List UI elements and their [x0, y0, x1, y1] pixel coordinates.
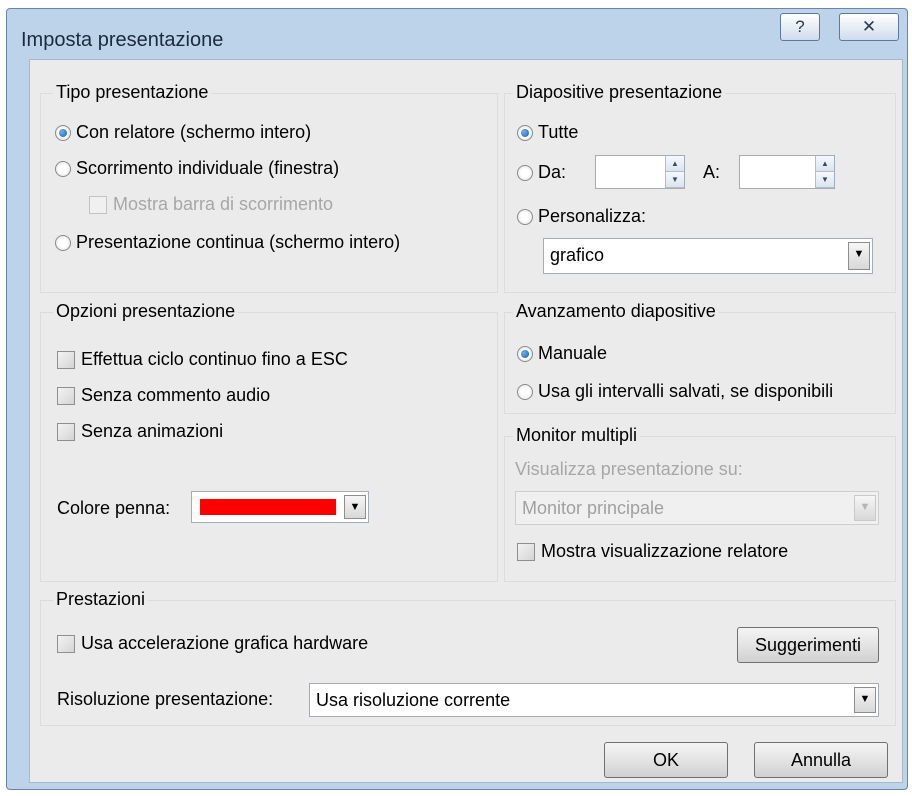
checkbox-icon[interactable]: [57, 634, 75, 653]
option-label: Da:: [538, 162, 567, 182]
from-spinner[interactable]: ▲ ▼: [665, 156, 684, 188]
radio-icon[interactable]: [517, 208, 533, 225]
group-tipo-presentazione: Tipo presentazione Con relatore (schermo…: [40, 82, 498, 293]
checkbox-label: Mostra visualizzazione relatore: [541, 541, 789, 561]
monitor-select: Monitor principale ▼: [515, 491, 879, 525]
presenter-view-checkbox[interactable]: Mostra visualizzazione relatore: [517, 541, 788, 562]
group-title: Avanzamento diapositive: [513, 301, 719, 322]
option-label: Personalizza:: [538, 206, 647, 226]
custom-show-select[interactable]: grafico ▼: [543, 238, 873, 274]
radio-icon[interactable]: [517, 345, 533, 362]
hw-acceleration-checkbox[interactable]: Usa accelerazione grafica hardware: [57, 633, 368, 654]
checkbox-icon: [89, 195, 107, 214]
dialog-title: Imposta presentazione: [21, 29, 224, 51]
resolution-label: Risoluzione presentazione:: [57, 689, 274, 709]
radio-icon[interactable]: [517, 383, 533, 400]
no-audio-checkbox[interactable]: Senza commento audio: [57, 385, 270, 406]
close-button[interactable]: ✕: [839, 13, 899, 41]
checkbox-icon[interactable]: [57, 350, 75, 369]
spin-up-icon[interactable]: ▲: [666, 156, 684, 172]
option-manuale[interactable]: Manuale: [517, 343, 607, 364]
tips-button[interactable]: Suggerimenti: [737, 627, 879, 663]
group-avanzamento: Avanzamento diapositive Manuale Usa gli …: [504, 301, 896, 414]
pen-color-label: Colore penna:: [57, 498, 171, 518]
spin-down-icon[interactable]: ▼: [666, 172, 684, 188]
to-spinner[interactable]: ▲ ▼: [815, 156, 834, 188]
cancel-button[interactable]: Annulla: [754, 742, 888, 778]
group-title: Monitor multipli: [513, 425, 641, 446]
spin-up-icon[interactable]: ▲: [816, 156, 834, 172]
show-on-label: Visualizza presentazione su:: [515, 459, 743, 479]
group-monitor-multipli: Monitor multipli Visualizza presentazion…: [504, 425, 896, 582]
option-label: Usa gli intervalli salvati, se disponibi…: [538, 381, 834, 401]
checkbox-icon[interactable]: [57, 386, 75, 405]
dropdown-arrow-icon: ▼: [854, 495, 876, 521]
option-tutte[interactable]: Tutte: [517, 122, 578, 143]
spin-down-icon[interactable]: ▼: [816, 172, 834, 188]
group-title: Prestazioni: [53, 589, 149, 610]
checkbox-label: Senza commento audio: [81, 385, 271, 405]
checkbox-label: Senza animazioni: [81, 421, 224, 441]
from-slide-input[interactable]: ▲ ▼: [595, 155, 685, 189]
no-animations-checkbox[interactable]: Senza animazioni: [57, 421, 223, 442]
pen-color-swatch: [200, 499, 336, 515]
option-label: Tutte: [538, 122, 579, 142]
radio-icon[interactable]: [517, 124, 533, 141]
to-label: A:: [703, 162, 721, 182]
radio-icon[interactable]: [55, 234, 71, 251]
group-title: Tipo presentazione: [53, 82, 212, 103]
option-label: Scorrimento individuale (finestra): [76, 158, 340, 178]
radio-icon[interactable]: [517, 164, 533, 181]
radio-icon[interactable]: [55, 124, 71, 141]
group-opzioni-presentazione: Opzioni presentazione Effettua ciclo con…: [40, 301, 498, 582]
option-presentazione-continua[interactable]: Presentazione continua (schermo intero): [55, 232, 400, 253]
radio-icon[interactable]: [55, 160, 71, 177]
loop-checkbox[interactable]: Effettua ciclo continuo fino a ESC: [57, 349, 348, 370]
group-prestazioni: Prestazioni Usa accelerazione grafica ha…: [40, 589, 896, 726]
dropdown-arrow-icon[interactable]: ▼: [344, 495, 366, 519]
to-slide-input[interactable]: ▲ ▼: [739, 155, 835, 189]
help-button[interactable]: ?: [780, 13, 820, 41]
option-con-relatore[interactable]: Con relatore (schermo intero): [55, 122, 311, 143]
option-da[interactable]: Da:: [517, 162, 566, 183]
dialog-client-area: Tipo presentazione Con relatore (schermo…: [29, 59, 903, 783]
dropdown-arrow-icon[interactable]: ▼: [848, 242, 870, 270]
checkbox-label: Usa accelerazione grafica hardware: [81, 633, 369, 653]
show-scrollbar-checkbox: Mostra barra di scorrimento: [89, 194, 333, 215]
dialog-window: Imposta presentazione ? ✕ Tipo presentaz…: [6, 8, 908, 790]
resolution-value: Usa risoluzione corrente: [316, 690, 511, 710]
pen-color-picker[interactable]: ▼: [191, 491, 369, 523]
group-title: Diapositive presentazione: [513, 82, 726, 103]
group-diapositive: Diapositive presentazione Tutte Da: ▲ ▼ …: [504, 82, 896, 293]
ok-button[interactable]: OK: [604, 742, 728, 778]
checkbox-label: Effettua ciclo continuo fino a ESC: [81, 349, 348, 369]
resolution-select[interactable]: Usa risoluzione corrente ▼: [309, 683, 879, 717]
option-scorrimento-individuale[interactable]: Scorrimento individuale (finestra): [55, 158, 339, 179]
option-label: Manuale: [538, 343, 608, 363]
option-label: Con relatore (schermo intero): [76, 122, 312, 142]
checkbox-label: Mostra barra di scorrimento: [113, 194, 334, 214]
group-title: Opzioni presentazione: [53, 301, 239, 322]
dropdown-arrow-icon[interactable]: ▼: [854, 687, 876, 713]
checkbox-icon[interactable]: [57, 422, 75, 441]
option-label: Presentazione continua (schermo intero): [76, 232, 401, 252]
option-usa-intervalli[interactable]: Usa gli intervalli salvati, se disponibi…: [517, 381, 833, 402]
custom-show-value: grafico: [550, 245, 605, 265]
monitor-value: Monitor principale: [522, 498, 665, 518]
option-personalizza[interactable]: Personalizza:: [517, 206, 646, 227]
checkbox-icon[interactable]: [517, 542, 535, 561]
